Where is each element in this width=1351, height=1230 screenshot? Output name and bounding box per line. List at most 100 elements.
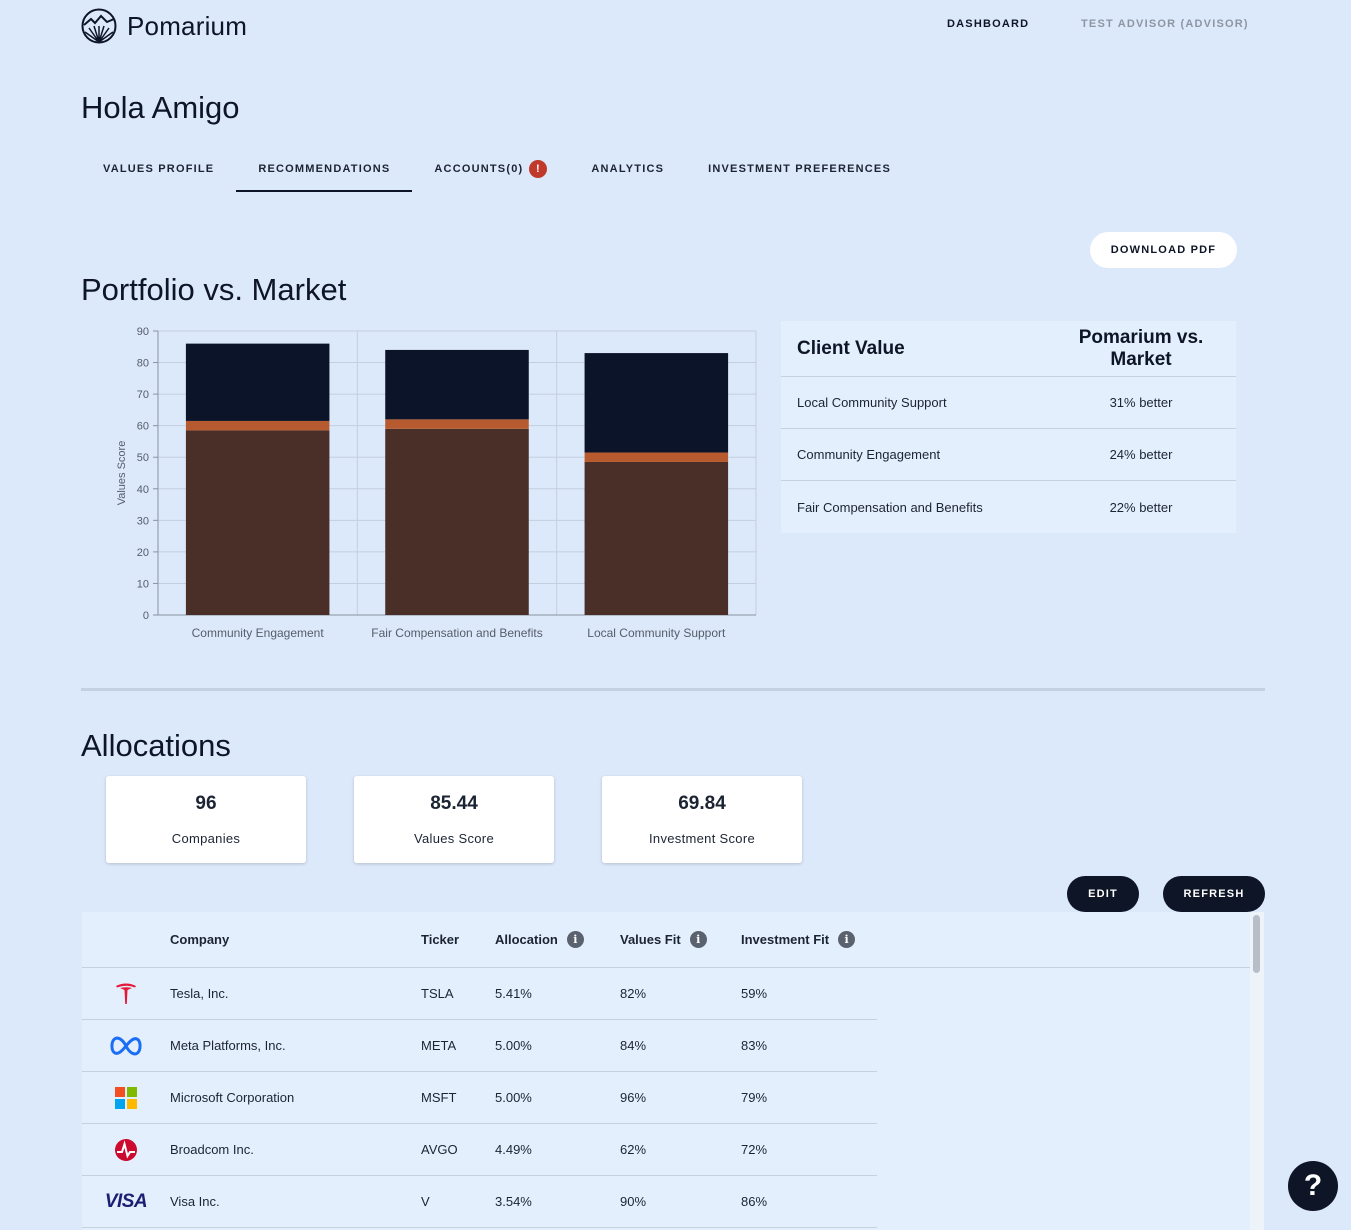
bar-segment-1 xyxy=(185,430,330,615)
ticker: META xyxy=(421,1038,457,1053)
comparison-header: Pomarium vs. Market xyxy=(1078,326,1204,370)
help-button[interactable]: ? xyxy=(1288,1161,1338,1211)
client-value-table-header: Client Value Pomarium vs. Market xyxy=(781,321,1236,377)
allocation-value: 4.49% xyxy=(495,1142,532,1157)
tab-label: ANALYTICS xyxy=(591,163,665,175)
values-fit-value: 90% xyxy=(620,1194,647,1209)
nav-dashboard-link[interactable]: DASHBOARD xyxy=(947,18,1029,30)
allocations-table: Company Ticker Allocation i Values Fit i I… xyxy=(82,912,1250,1230)
stat-label: Companies xyxy=(171,831,241,846)
stat-card-companies: 96 Companies xyxy=(106,776,306,863)
values-fit-value: 62% xyxy=(620,1142,647,1157)
visa-logo-icon: VISA xyxy=(104,1190,148,1212)
client-value-table: Client Value Pomarium vs. Market Local C… xyxy=(781,321,1236,533)
edit-button[interactable]: EDIT xyxy=(1067,876,1139,912)
nav-user-menu[interactable]: TEST ADVISOR (ADVISOR) xyxy=(1081,18,1249,30)
table-scrollbar[interactable] xyxy=(1250,912,1264,1230)
client-value-name: Community Engagement xyxy=(797,447,941,462)
info-icon[interactable]: i xyxy=(689,931,707,948)
investment-fit-value: 59% xyxy=(741,986,768,1001)
client-value-comparison: 31% better xyxy=(1109,395,1173,410)
company-name: Visa Inc. xyxy=(170,1194,220,1209)
company-name: Microsoft Corporation xyxy=(170,1090,295,1105)
top-bar: Pomarium DASHBOARD TEST ADVISOR (ADVISOR… xyxy=(0,0,1351,52)
info-icon[interactable]: i xyxy=(838,931,856,948)
brand-name: Pomarium xyxy=(127,10,248,41)
ticker: MSFT xyxy=(421,1090,457,1105)
bar-segment-3 xyxy=(185,343,330,421)
company-logo xyxy=(82,1138,170,1162)
tab-recommendations[interactable]: RECOMMENDATIONS xyxy=(236,146,413,192)
download-pdf-button[interactable]: DOWNLOAD PDF xyxy=(1090,232,1237,268)
scrollbar-thumb[interactable] xyxy=(1253,915,1260,973)
bar-segment-2 xyxy=(185,420,330,431)
company-logo: VISA xyxy=(82,1191,170,1213)
stat-label: Investment Score xyxy=(649,831,755,846)
brand-logo[interactable]: Pomarium xyxy=(81,8,247,44)
ticker: TSLA xyxy=(421,986,454,1001)
tesla-logo-icon xyxy=(116,983,136,1004)
tab-accounts[interactable]: ACCOUNTS(0)! xyxy=(412,146,569,192)
bar-segment-1 xyxy=(584,461,729,615)
allocation-value: 3.54% xyxy=(495,1194,532,1209)
investment-fit-value: 83% xyxy=(741,1038,768,1053)
y-tick-label: 0 xyxy=(143,610,149,622)
company-logo xyxy=(82,1035,170,1057)
stat-card-values-score: 85.44 Values Score xyxy=(354,776,554,863)
client-value-comparison: 22% better xyxy=(1109,499,1173,515)
tab-analytics[interactable]: ANALYTICS xyxy=(569,146,686,192)
values-fit-header-label: Values Fit xyxy=(620,932,681,947)
allocation-value: 5.00% xyxy=(495,1090,532,1105)
company-name: Tesla, Inc. xyxy=(170,986,229,1001)
tab-values-profile[interactable]: VALUES PROFILE xyxy=(81,146,236,192)
meta-logo-icon xyxy=(110,1036,142,1055)
values-fit-value: 96% xyxy=(620,1090,647,1105)
table-row[interactable]: Microsoft Corporation MSFT 5.00% 96% 79% xyxy=(82,1072,877,1124)
tab-label: RECOMMENDATIONS xyxy=(258,163,391,175)
allocations-table-header: Company Ticker Allocation i Values Fit i I… xyxy=(82,912,1250,968)
allocations-section-title: Allocations xyxy=(81,728,231,763)
alert-badge-icon: ! xyxy=(529,160,548,178)
table-row[interactable]: Tesla, Inc. TSLA 5.41% 82% 59% xyxy=(82,968,877,1020)
company-name: Broadcom Inc. xyxy=(170,1142,254,1157)
refresh-button[interactable]: REFRESH xyxy=(1163,876,1265,912)
info-icon[interactable]: i xyxy=(566,931,584,948)
client-value-row: Local Community Support 31% better xyxy=(781,377,1236,429)
tab-label: VALUES PROFILE xyxy=(103,163,215,175)
values-fit-column-header[interactable]: Values Fit i xyxy=(620,931,741,948)
tab-bar: VALUES PROFILE RECOMMENDATIONS ACCOUNTS(… xyxy=(81,146,913,192)
bar-segment-3 xyxy=(385,349,529,420)
table-row[interactable]: Broadcom Inc. AVGO 4.49% 62% 72% xyxy=(82,1124,877,1176)
bar-segment-3 xyxy=(584,353,729,453)
client-value-row: Community Engagement 24% better xyxy=(781,429,1236,481)
page-title: Hola Amigo xyxy=(81,90,240,125)
table-row[interactable]: VISA Visa Inc. V 3.54% 90% 86% xyxy=(82,1176,877,1228)
client-value-comparison: 24% better xyxy=(1109,447,1173,462)
stat-value: 69.84 xyxy=(678,793,726,814)
client-value-name: Fair Compensation and Benefits xyxy=(797,499,983,515)
values-fit-value: 84% xyxy=(620,1038,647,1053)
bar-segment-2 xyxy=(584,452,729,462)
y-tick-label: 50 xyxy=(137,452,149,464)
allocation-value: 5.00% xyxy=(495,1038,532,1053)
tab-investment-preferences[interactable]: INVESTMENT PREFERENCES xyxy=(686,146,913,192)
y-tick-label: 20 xyxy=(137,547,149,559)
y-axis-label: Values Score xyxy=(116,441,128,506)
pomarium-logo-icon xyxy=(81,8,117,44)
ticker-column-header[interactable]: Ticker xyxy=(421,932,495,947)
y-tick-label: 80 xyxy=(137,358,149,370)
y-tick-label: 90 xyxy=(137,326,149,338)
allocation-header-label: Allocation xyxy=(495,932,558,947)
y-tick-label: 70 xyxy=(137,389,149,401)
bar-segment-2 xyxy=(385,419,529,429)
allocation-column-header[interactable]: Allocation i xyxy=(495,931,620,948)
investment-fit-column-header[interactable]: Investment Fit i xyxy=(741,931,877,948)
values-fit-value: 82% xyxy=(620,986,647,1001)
x-tick-label: Fair Compensation and Benefits xyxy=(371,626,542,640)
company-column-header[interactable]: Company xyxy=(170,932,421,947)
investment-fit-value: 86% xyxy=(741,1194,768,1209)
stat-value: 85.44 xyxy=(430,793,478,814)
table-row[interactable]: Meta Platforms, Inc. META 5.00% 84% 83% xyxy=(82,1020,877,1072)
broadcom-logo-icon xyxy=(115,1138,137,1161)
stat-label: Values Score xyxy=(414,831,494,846)
